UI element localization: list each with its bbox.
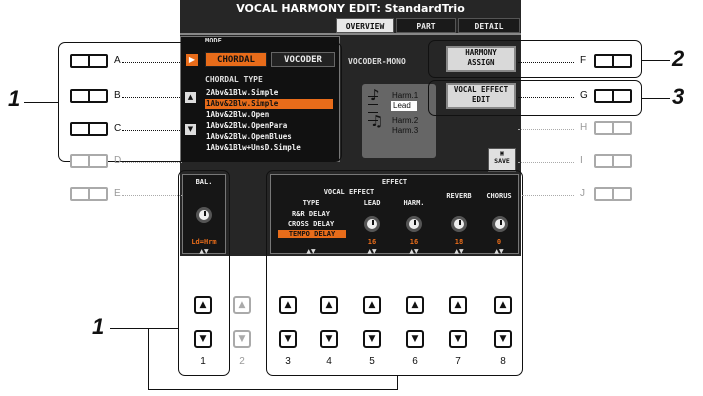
- save-button[interactable]: ▣ SAVE: [488, 148, 516, 172]
- button-b-label: B: [114, 90, 121, 101]
- callout-line: [642, 98, 670, 99]
- column-7-number: 7: [455, 356, 461, 367]
- dotted-leader: [122, 162, 182, 163]
- column-1-down-button[interactable]: ▼: [194, 330, 212, 348]
- button-c[interactable]: [70, 122, 108, 136]
- dotted-leader: [122, 62, 182, 63]
- button-g-label: G: [580, 90, 588, 101]
- column-2-number: 2: [239, 356, 245, 367]
- button-j[interactable]: [594, 187, 632, 201]
- button-f[interactable]: [594, 54, 632, 68]
- column-1-number: 1: [200, 356, 206, 367]
- button-f-label: F: [580, 55, 587, 66]
- dotted-leader: [518, 129, 574, 130]
- callout-line: [642, 60, 670, 61]
- column-6-down-button[interactable]: ▼: [406, 330, 424, 348]
- staff-label-harm3: Harm.3: [392, 126, 419, 135]
- button-a[interactable]: [70, 54, 108, 68]
- column-5-number: 5: [369, 356, 375, 367]
- column-7-down-button[interactable]: ▼: [449, 330, 467, 348]
- column-4-down-button[interactable]: ▼: [320, 330, 338, 348]
- button-i-label: I: [580, 155, 583, 166]
- tab-detail[interactable]: DETAIL: [458, 18, 520, 33]
- callout-line: [24, 102, 58, 103]
- dotted-leader: [122, 97, 182, 98]
- callout-line: [397, 376, 398, 390]
- button-a-label: A: [114, 55, 121, 66]
- column-8-number: 8: [500, 356, 506, 367]
- note-icon: ♫: [370, 112, 384, 130]
- button-j-label: J: [580, 188, 585, 199]
- staff-line: [368, 104, 378, 105]
- staff-label-harm1: Harm.1: [392, 91, 419, 100]
- save-icon: ▣: [500, 149, 504, 157]
- column-5-up-button[interactable]: ▲: [363, 296, 381, 314]
- tab-strip: [180, 33, 521, 35]
- step-number-1: 1: [8, 86, 21, 111]
- dotted-leader: [518, 97, 574, 98]
- save-label: SAVE: [494, 157, 510, 165]
- dotted-leader: [518, 162, 574, 163]
- tab-overview[interactable]: OVERVIEW: [336, 18, 394, 33]
- column-5-down-button[interactable]: ▼: [363, 330, 381, 348]
- column-4-up-button[interactable]: ▲: [320, 296, 338, 314]
- dotted-leader: [522, 195, 574, 196]
- dotted-leader: [122, 130, 182, 131]
- staff-label-lead: Lead: [391, 101, 417, 111]
- button-i[interactable]: [594, 154, 632, 168]
- button-h[interactable]: [594, 121, 632, 135]
- callout-line: [148, 389, 398, 390]
- dotted-leader: [518, 62, 574, 63]
- callout-box-effect: [266, 170, 523, 376]
- note-icon: ♪: [370, 86, 380, 104]
- column-4-number: 4: [326, 356, 332, 367]
- column-3-down-button[interactable]: ▼: [279, 330, 297, 348]
- button-d-label: D: [114, 155, 122, 166]
- button-e[interactable]: [70, 187, 108, 201]
- button-d[interactable]: [70, 154, 108, 168]
- column-8-up-button[interactable]: ▲: [494, 296, 512, 314]
- step-number-2: 2: [672, 46, 685, 71]
- column-3-up-button[interactable]: ▲: [279, 296, 297, 314]
- column-6-up-button[interactable]: ▲: [406, 296, 424, 314]
- step-number-3: 3: [672, 84, 685, 109]
- column-7-up-button[interactable]: ▲: [449, 296, 467, 314]
- staff-label-harm2: Harm.2: [392, 116, 419, 125]
- button-h-label: H: [580, 122, 588, 133]
- column-2-down-button[interactable]: ▼: [233, 330, 251, 348]
- callout-line: [148, 328, 149, 390]
- column-1-up-button[interactable]: ▲: [194, 296, 212, 314]
- button-e-label: E: [114, 188, 121, 199]
- button-g[interactable]: [594, 89, 632, 103]
- button-c-label: C: [114, 123, 122, 134]
- step-number-1-bottom: 1: [92, 314, 105, 339]
- tab-part[interactable]: PART: [396, 18, 456, 33]
- column-2-up-button[interactable]: ▲: [233, 296, 251, 314]
- vocoder-mono-label: VOCODER-MONO: [348, 57, 406, 66]
- screen-title: VOCAL HARMONY EDIT: StandardTrio: [236, 2, 465, 15]
- button-b[interactable]: [70, 89, 108, 103]
- dotted-leader: [122, 195, 182, 196]
- column-8-down-button[interactable]: ▼: [494, 330, 512, 348]
- column-6-number: 6: [412, 356, 418, 367]
- callout-line: [110, 328, 178, 329]
- column-3-number: 3: [285, 356, 291, 367]
